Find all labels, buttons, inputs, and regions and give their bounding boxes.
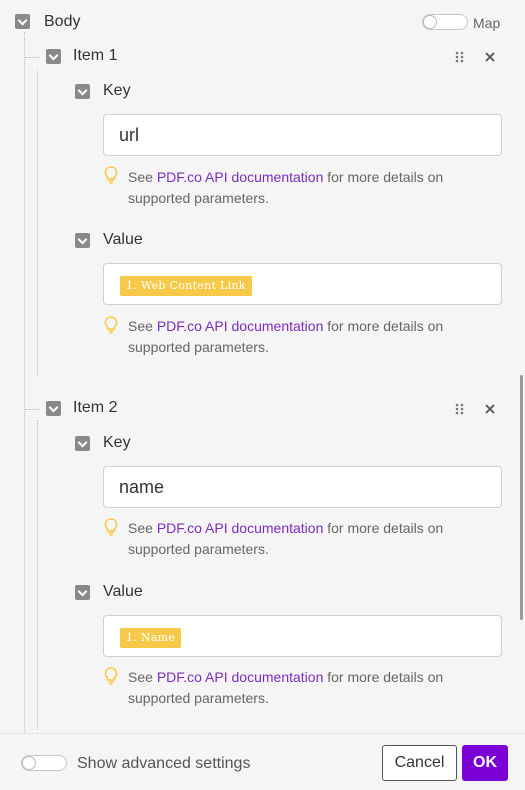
hint-prefix: See	[128, 669, 157, 685]
map-label: Map	[473, 15, 501, 31]
tree-line-inner	[37, 420, 38, 730]
lightbulb-icon	[104, 518, 118, 536]
body-label: Body	[44, 13, 81, 30]
item-2-value-input[interactable]: 1. Name	[103, 615, 502, 657]
tree-line	[24, 32, 25, 732]
hint-prefix: See	[128, 318, 157, 334]
drag-handle-icon[interactable]	[455, 51, 465, 63]
item-1-title: Item 1	[73, 47, 118, 64]
item-1-key-hint: See PDF.co API documentation for more de…	[128, 167, 488, 209]
item-2-value-label: Value	[103, 583, 143, 600]
lightbulb-icon	[104, 166, 118, 184]
ok-button[interactable]: OK	[462, 745, 508, 781]
footer-divider	[0, 733, 525, 734]
scrollbar-thumb[interactable]	[520, 375, 523, 620]
cancel-button[interactable]: Cancel	[382, 745, 457, 781]
advanced-settings-label: Show advanced settings	[77, 755, 251, 772]
drag-handle-icon[interactable]	[455, 403, 465, 415]
item-2-key-checkbox[interactable]	[75, 436, 90, 451]
item-1-key-value: url	[119, 125, 140, 145]
tree-branch	[25, 57, 39, 58]
item-1-value-label: Value	[103, 231, 143, 248]
item-1-value-input[interactable]: 1. Web Content Link	[103, 263, 502, 305]
mapped-variable-pill[interactable]: 1. Name	[120, 628, 182, 648]
item-2-key-input[interactable]: name	[103, 466, 502, 508]
pdfco-docs-link[interactable]: PDF.co API documentation	[157, 669, 324, 685]
body-collapse-checkbox[interactable]	[15, 14, 30, 29]
lightbulb-icon	[104, 316, 118, 334]
item-1-value-checkbox[interactable]	[75, 233, 90, 248]
remove-item-1-close-icon[interactable]	[484, 51, 496, 63]
item-1-key-input[interactable]: url	[103, 114, 502, 156]
hint-prefix: See	[128, 520, 157, 536]
item-2-value-hint: See PDF.co API documentation for more de…	[128, 667, 488, 709]
pdfco-docs-link[interactable]: PDF.co API documentation	[157, 318, 324, 334]
lightbulb-icon	[104, 667, 118, 685]
item-2-title: Item 2	[73, 399, 118, 416]
pdfco-docs-link[interactable]: PDF.co API documentation	[157, 520, 324, 536]
item-1-value-hint: See PDF.co API documentation for more de…	[128, 316, 488, 358]
pdfco-docs-link[interactable]: PDF.co API documentation	[157, 169, 324, 185]
tree-branch	[25, 409, 39, 410]
item-1-key-label: Key	[103, 82, 131, 99]
item-2-key-value: name	[119, 477, 165, 497]
hint-prefix: See	[128, 169, 157, 185]
remove-item-2-close-icon[interactable]	[484, 403, 496, 415]
item-2-collapse-checkbox[interactable]	[46, 401, 61, 416]
map-toggle[interactable]	[422, 14, 468, 30]
item-2-key-hint: See PDF.co API documentation for more de…	[128, 518, 488, 560]
item-2-key-label: Key	[103, 434, 131, 451]
item-1-collapse-checkbox[interactable]	[46, 49, 61, 64]
item-1-key-checkbox[interactable]	[75, 84, 90, 99]
advanced-settings-toggle[interactable]	[21, 755, 67, 771]
item-2-value-checkbox[interactable]	[75, 585, 90, 600]
mapped-variable-pill[interactable]: 1. Web Content Link	[120, 276, 252, 296]
tree-line-inner	[37, 70, 38, 375]
